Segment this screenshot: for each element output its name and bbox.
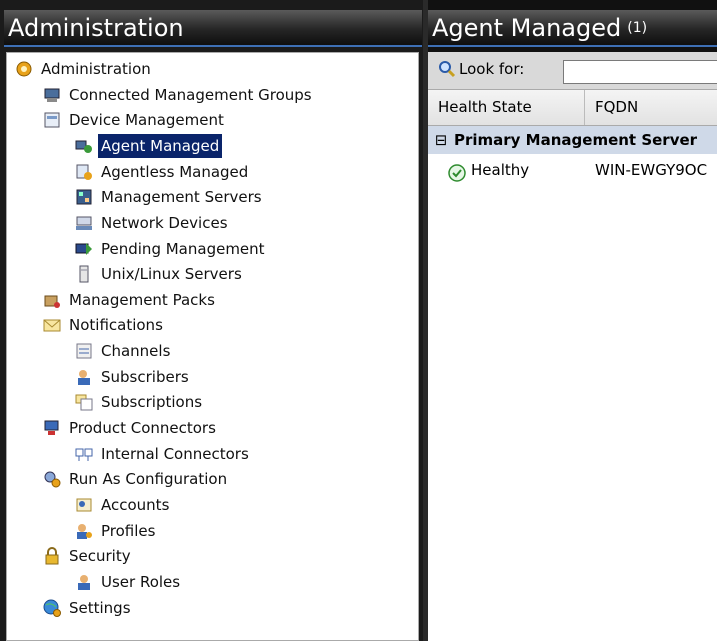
tree-item-connected-management-groups[interactable]: Connected Management Groups [43, 83, 315, 107]
product-connectors-icon [43, 419, 61, 437]
tree-item-subscriptions[interactable]: Subscriptions [75, 390, 205, 414]
tree-item-network-devices[interactable]: Network Devices [75, 211, 231, 235]
fqdn-cell: WIN-EWGY9OC [595, 161, 708, 179]
column-header-fqdn[interactable]: FQDN [585, 90, 717, 125]
administration-tree[interactable]: Administration Connected Management Grou… [6, 52, 419, 641]
tree-item-unix-linux-servers[interactable]: Unix/Linux Servers [75, 262, 245, 286]
tree-item-settings[interactable]: Settings [43, 596, 134, 620]
device-management-icon [43, 111, 61, 129]
envelope-icon [43, 316, 61, 334]
navigation-pane: Administration Administration Connected … [0, 0, 423, 641]
look-for-button[interactable]: Look for: [438, 60, 524, 78]
tree-item-channels[interactable]: Channels [75, 339, 173, 363]
gear-icon [15, 60, 33, 78]
user-roles-icon [75, 573, 93, 591]
network-devices-icon [75, 214, 93, 232]
subscriptions-icon [75, 393, 93, 411]
collapse-icon[interactable]: ⊟ [428, 126, 454, 154]
tree-item-agent-managed[interactable]: Agent Managed [75, 134, 223, 158]
tree-item-accounts[interactable]: Accounts [75, 493, 172, 517]
management-servers-icon [75, 188, 93, 206]
accounts-icon [75, 496, 93, 514]
tree-item-management-packs[interactable]: Management Packs [43, 288, 218, 312]
results-pane-title: Agent Managed (1) [428, 10, 717, 47]
healthy-check-icon [448, 161, 466, 182]
group-header-row[interactable]: ⊟ Primary Management Server [428, 126, 717, 154]
profiles-icon [75, 522, 93, 540]
channels-icon [75, 342, 93, 360]
lock-icon [43, 547, 61, 565]
results-grid: Health State FQDN ⊟ Primary Management Se… [428, 90, 717, 641]
tree-item-user-roles[interactable]: User Roles [75, 570, 183, 594]
connected-groups-icon [43, 86, 61, 104]
column-headers: Health State FQDN [428, 90, 717, 126]
tree-item-management-servers[interactable]: Management Servers [75, 185, 265, 209]
tree-item-internal-connectors[interactable]: Internal Connectors [75, 442, 252, 466]
unix-linux-servers-icon [75, 265, 93, 283]
agentless-managed-icon [75, 163, 93, 181]
tree-item-device-management[interactable]: Device Management [43, 108, 227, 132]
tree-item-security[interactable]: Security [43, 544, 134, 568]
tree-item-run-as-configuration[interactable]: Run As Configuration [43, 467, 230, 491]
tree-item-product-connectors[interactable]: Product Connectors [43, 416, 219, 440]
run-as-configuration-icon [43, 470, 61, 488]
results-pane: Agent Managed (1) Look for: Health State … [428, 0, 717, 641]
management-packs-icon [43, 291, 61, 309]
settings-globe-icon [43, 599, 61, 617]
internal-connectors-icon [75, 445, 93, 463]
subscribers-icon [75, 368, 93, 386]
tree-item-administration[interactable]: Administration [15, 57, 154, 81]
health-state-cell: Healthy [471, 161, 530, 179]
tree-item-subscribers[interactable]: Subscribers [75, 365, 192, 389]
agent-managed-icon [75, 137, 93, 155]
table-row[interactable]: Healthy WIN-EWGY9OC [428, 154, 717, 186]
tree-item-agentless-managed[interactable]: Agentless Managed [75, 160, 251, 184]
search-toolbar: Look for: [428, 52, 717, 90]
tree-item-pending-management[interactable]: Pending Management [75, 237, 268, 261]
pending-management-icon [75, 240, 93, 258]
tree-item-notifications[interactable]: Notifications [43, 313, 166, 337]
magnifier-icon [438, 60, 456, 78]
look-for-label: Look for: [459, 60, 525, 78]
group-label: Primary Management Server [454, 131, 698, 149]
results-count: (1) [627, 20, 648, 36]
tree-item-profiles[interactable]: Profiles [75, 519, 158, 543]
column-header-health-state[interactable]: Health State [428, 90, 585, 125]
search-input[interactable] [563, 60, 717, 84]
navigation-pane-title: Administration [4, 10, 422, 47]
results-title: Agent Managed [432, 14, 622, 42]
